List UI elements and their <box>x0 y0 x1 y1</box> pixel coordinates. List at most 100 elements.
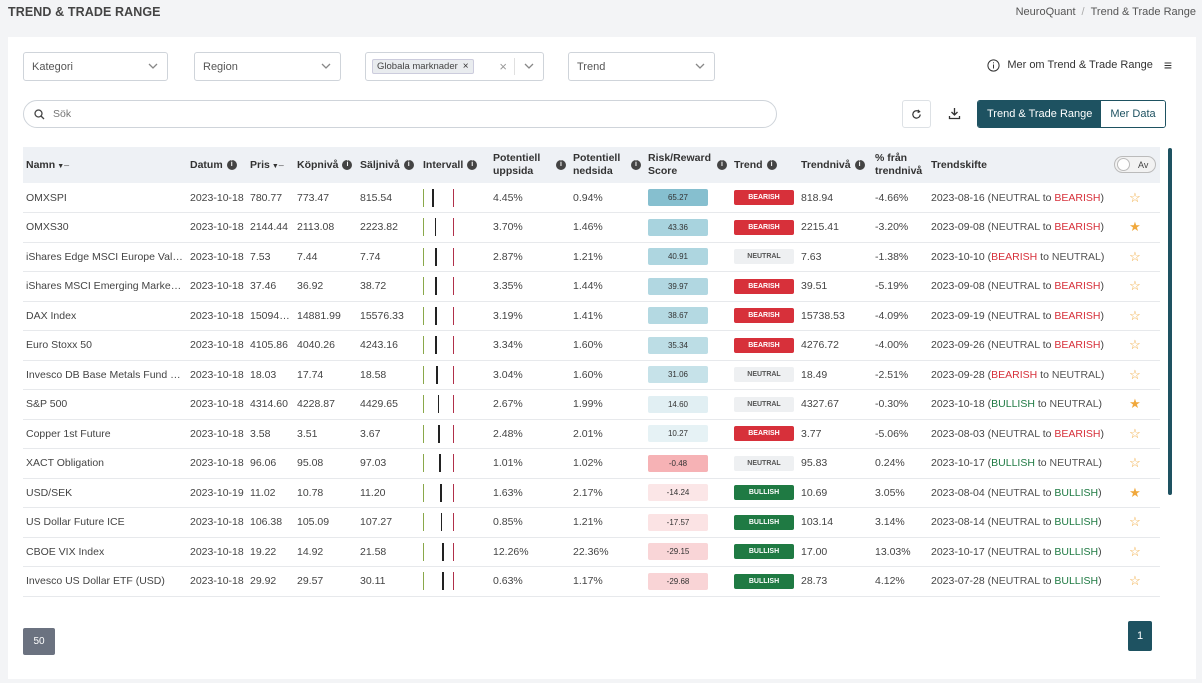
info-icon[interactable]: i <box>403 160 414 171</box>
table-row[interactable]: US Dollar Future ICE 2023-10-18 106.38 105.… <box>23 507 1160 538</box>
clear-icon[interactable]: × <box>499 59 507 74</box>
favorite-star-icon[interactable]: ☆ <box>1110 301 1160 331</box>
cell-score: -0.48 <box>645 448 731 479</box>
cell-name[interactable]: US Dollar Future ICE <box>23 507 187 538</box>
region-select[interactable]: Region <box>194 52 341 81</box>
menu-icon[interactable]: ≡ <box>1164 57 1172 73</box>
favorite-star-icon[interactable]: ☆ <box>1110 419 1160 449</box>
shift-to: NEUTRAL <box>1051 368 1101 381</box>
chip-remove-icon[interactable]: × <box>463 61 469 72</box>
favorite-star-icon[interactable]: ☆ <box>1110 537 1160 567</box>
cell-name[interactable]: OMXSPI <box>23 183 187 213</box>
col-header-datum[interactable]: Datum i <box>187 147 247 183</box>
cell-kopniva: 95.08 <box>294 448 357 479</box>
info-icon[interactable]: i <box>631 160 641 170</box>
breadcrumb-item[interactable]: NeuroQuant <box>1016 6 1076 18</box>
col-header-trendniva[interactable]: Trendnivå i <box>798 147 872 183</box>
cell-intervall <box>420 507 490 538</box>
interval-sell-mark <box>453 572 454 591</box>
table-row[interactable]: Copper 1st Future 2023-10-18 3.58 3.51 3.67 2… <box>23 419 1160 449</box>
col-header-trend[interactable]: Trend i <box>731 147 798 183</box>
col-header-uppsida[interactable]: Potentiell uppsida i <box>490 147 570 183</box>
col-header-trendskifte[interactable]: Trendskifte <box>928 147 1110 183</box>
cell-name[interactable]: OMXS30 <box>23 212 187 243</box>
col-header-risk-reward[interactable]: Risk/Reward Score i <box>645 147 731 183</box>
cell-trendskifte: 2023-09-28 (BEARISH to NEUTRAL) <box>928 360 1110 390</box>
cell-datum: 2023-10-18 <box>187 389 247 420</box>
score-badge: 43.36 <box>648 218 708 236</box>
table-row[interactable]: iShares MSCI Emerging Market… 2023-10-18 3… <box>23 271 1160 302</box>
region-select-label: Region <box>203 60 238 73</box>
col-header-name[interactable]: Namn ▼─ <box>23 147 187 183</box>
table-row[interactable]: DAX Index 2023-10-18 15094.91 14881.99 15576… <box>23 301 1160 331</box>
favorite-star-icon[interactable]: ☆ <box>1110 330 1160 361</box>
table-row[interactable]: Invesco DB Base Metals Fund (… 2023-10-18… <box>23 360 1160 390</box>
col-header-pris[interactable]: Pris ▼─ <box>247 147 294 183</box>
cell-uppsida: 2.67% <box>490 389 570 420</box>
col-header-label: Trend <box>734 159 763 171</box>
col-header-intervall[interactable]: Intervall i <box>420 147 490 183</box>
favorite-star-icon[interactable]: ☆ <box>1110 242 1160 272</box>
trend-select[interactable]: Trend <box>568 52 715 81</box>
cell-name[interactable]: Copper 1st Future <box>23 419 187 449</box>
cell-name[interactable]: iShares MSCI Emerging Market… <box>23 271 187 302</box>
col-header-kopniva[interactable]: Köpnivå i <box>294 147 357 183</box>
info-icon[interactable]: i <box>717 160 727 170</box>
page-size-select[interactable]: 50 <box>23 628 55 655</box>
cell-kopniva: 4040.26 <box>294 330 357 361</box>
table-row[interactable]: OMXSPI 2023-10-18 780.77 773.47 815.54 4.45% 0… <box>23 183 1160 213</box>
download-button[interactable] <box>940 99 969 127</box>
view-tab-trend[interactable]: Trend & Trade Range <box>978 101 1102 127</box>
favorite-star-icon[interactable]: ☆ <box>1110 448 1160 479</box>
favorite-star-icon[interactable]: ☆ <box>1110 271 1160 302</box>
info-icon[interactable]: i <box>556 160 566 170</box>
cell-score: -14.24 <box>645 478 731 508</box>
table-row[interactable]: OMXS30 2023-10-18 2144.44 2113.08 2223.82 3.7… <box>23 212 1160 243</box>
favorite-star-icon[interactable]: ☆ <box>1110 566 1160 597</box>
info-icon[interactable]: i <box>766 160 777 171</box>
favorite-star-icon[interactable]: ☆ <box>1110 507 1160 538</box>
refresh-button[interactable] <box>902 100 931 128</box>
favorite-star-icon[interactable]: ★ <box>1110 389 1160 420</box>
category-select[interactable]: Kategori <box>23 52 168 81</box>
table-row[interactable]: Euro Stoxx 50 2023-10-18 4105.86 4040.26 424… <box>23 330 1160 361</box>
info-icon[interactable]: i <box>854 160 865 171</box>
interval-indicator <box>423 424 468 443</box>
favorites-toggle[interactable]: Av <box>1114 156 1156 173</box>
info-icon[interactable]: i <box>342 160 353 171</box>
table-row[interactable]: Invesco US Dollar ETF (USD) 2023-10-18 29.… <box>23 566 1160 597</box>
table-row[interactable]: S&P 500 2023-10-18 4314.60 4228.87 4429.65 2.… <box>23 389 1160 420</box>
scrollbar[interactable] <box>1168 148 1172 495</box>
cell-name[interactable]: DAX Index <box>23 301 187 331</box>
markets-select[interactable]: Globala marknader × × <box>365 52 544 81</box>
cell-nedsida: 1.60% <box>570 360 645 390</box>
favorite-star-icon[interactable]: ★ <box>1110 212 1160 243</box>
cell-name[interactable]: Invesco US Dollar ETF (USD) <box>23 566 187 597</box>
cell-name[interactable]: iShares Edge MSCI Europe Valu… <box>23 242 187 272</box>
search-bar[interactable] <box>23 100 777 128</box>
table-row[interactable]: CBOE VIX Index 2023-10-18 19.22 14.92 21.58 1… <box>23 537 1160 567</box>
info-icon[interactable]: i <box>226 160 237 171</box>
table-row[interactable]: USD/SEK 2023-10-19 11.02 10.78 11.20 1.63% 2.1… <box>23 478 1160 508</box>
page-button[interactable]: 1 <box>1128 621 1152 651</box>
favorite-star-icon[interactable]: ☆ <box>1110 183 1160 213</box>
favorite-star-icon[interactable]: ★ <box>1110 478 1160 508</box>
info-icon[interactable]: i <box>467 160 478 171</box>
cell-name[interactable]: S&P 500 <box>23 389 187 420</box>
shift-from: NEUTRAL <box>991 339 1040 352</box>
more-info-link[interactable]: Mer om Trend & Trade Range ≡ <box>987 57 1172 73</box>
table-row[interactable]: iShares Edge MSCI Europe Valu… 2023-10-18… <box>23 242 1160 272</box>
cell-name[interactable]: CBOE VIX Index <box>23 537 187 567</box>
view-tab-more-data[interactable]: Mer Data <box>1101 101 1165 127</box>
table-row[interactable]: XACT Obligation 2023-10-18 96.06 95.08 97.03… <box>23 448 1160 479</box>
cell-trendniva: 7.63 <box>798 242 872 272</box>
favorite-star-icon[interactable]: ☆ <box>1110 360 1160 390</box>
col-header-saljniva[interactable]: Säljnivå i <box>357 147 420 183</box>
cell-name[interactable]: USD/SEK <box>23 478 187 508</box>
cell-name[interactable]: Euro Stoxx 50 <box>23 330 187 361</box>
search-input[interactable] <box>53 108 653 120</box>
col-header-fran-trendniva[interactable]: % från trendnivå <box>872 147 928 183</box>
col-header-nedsida[interactable]: Potentiell nedsida i <box>570 147 645 183</box>
cell-name[interactable]: XACT Obligation <box>23 448 187 479</box>
cell-name[interactable]: Invesco DB Base Metals Fund (… <box>23 360 187 390</box>
